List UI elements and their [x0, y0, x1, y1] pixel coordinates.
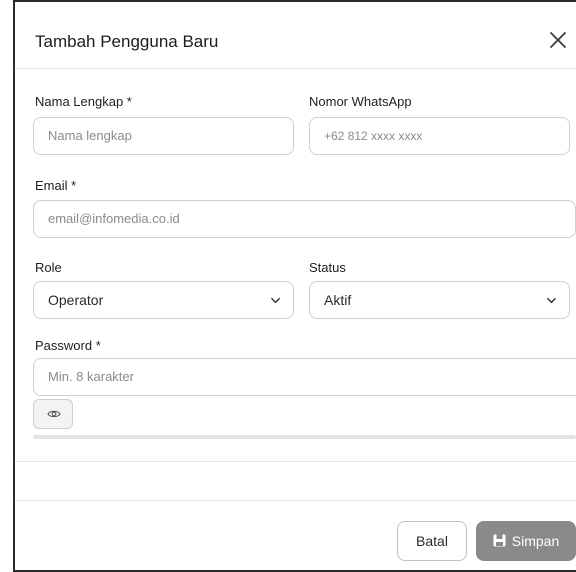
divider [15, 461, 576, 462]
status-select[interactable]: Aktif [309, 281, 570, 319]
add-user-modal: Tambah Pengguna Baru Nama Lengkap * Nama… [13, 0, 576, 572]
save-icon [493, 534, 506, 547]
modal-header: Tambah Pengguna Baru [15, 2, 576, 69]
full-name-label: Nama Lengkap * [35, 94, 132, 109]
password-strength-bar [33, 435, 576, 439]
whatsapp-label: Nomor WhatsApp [309, 94, 412, 109]
close-button[interactable] [546, 28, 570, 52]
eye-icon [47, 410, 61, 418]
chevron-down-icon [271, 297, 280, 304]
close-icon [550, 32, 566, 48]
password-placeholder: Min. 8 karakter [48, 369, 134, 384]
footer-divider [15, 500, 576, 501]
email-label: Email * [35, 178, 77, 193]
toggle-password-visibility-button[interactable] [33, 399, 73, 429]
role-label: Role [35, 260, 62, 275]
full-name-input[interactable]: Nama lengkap [33, 117, 294, 155]
email-placeholder: email@infomedia.co.id [48, 211, 180, 226]
modal-title: Tambah Pengguna Baru [35, 32, 219, 51]
whatsapp-input[interactable]: +62 812 xxxx xxxx [309, 117, 570, 155]
full-name-placeholder: Nama lengkap [48, 128, 132, 143]
chevron-down-icon [547, 297, 556, 304]
password-label: Password * [35, 338, 101, 353]
cancel-button[interactable]: Batal [397, 521, 467, 561]
email-input[interactable]: email@infomedia.co.id [33, 200, 576, 238]
save-button-label: Simpan [511, 533, 560, 549]
save-button[interactable]: Simpan [476, 521, 576, 561]
whatsapp-placeholder: +62 812 xxxx xxxx [324, 129, 423, 143]
status-label: Status [309, 260, 346, 275]
role-select[interactable]: Operator [33, 281, 294, 319]
status-selected-value: Aktif [324, 292, 352, 308]
password-input[interactable]: Min. 8 karakter [33, 358, 576, 396]
role-selected-value: Operator [48, 292, 104, 308]
